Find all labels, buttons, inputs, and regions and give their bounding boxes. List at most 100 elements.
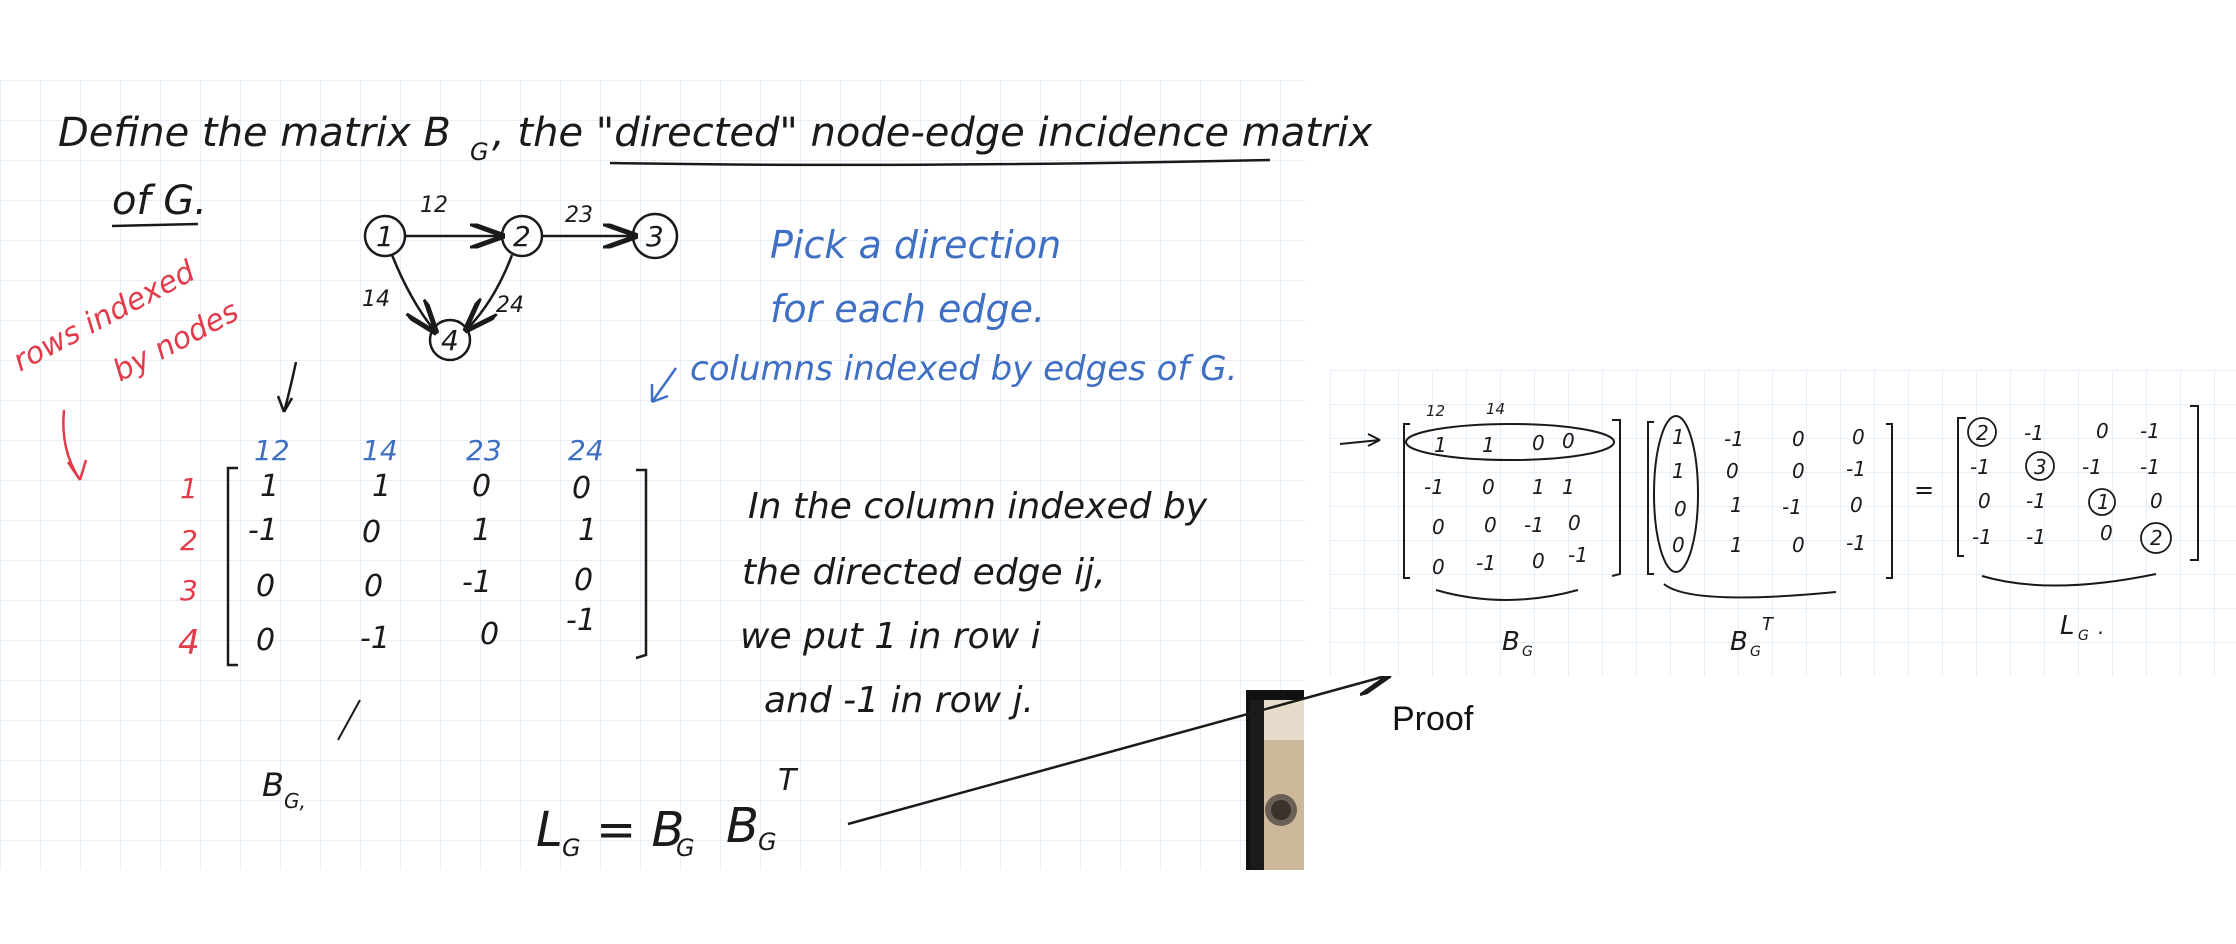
right-L-2-3: -1 [2082,455,2102,479]
right-label-L-dot: . [2098,615,2104,639]
right-label-L: L [2060,611,2075,641]
matrix-cell-1-4: 0 [572,471,591,506]
matrix-cell-2-4: 1 [578,513,597,548]
formula-L: L [536,802,563,858]
right-BT-2-1: 1 [1672,459,1685,483]
row-header-1: 1 [180,472,198,505]
right-label-L-sub: G [2078,628,2089,644]
formula-transpose: T [778,763,799,798]
col-header-12: 12 [254,434,290,467]
right-B-1-1: 1 [1434,433,1447,457]
graph-node-label-1: 1 [376,220,394,253]
matrix-cell-2-1: -1 [248,513,278,548]
slide-canvas: Define the matrix B G , the "directed" n… [0,80,2236,870]
right-BT-3-1: 0 [1674,497,1687,521]
right-equals-sign: = [1914,476,1934,504]
matrix-cell-3-4: 0 [574,563,593,598]
right-BT-2-4: -1 [1846,457,1866,481]
right-BT-3-4: 0 [1850,493,1863,517]
right-L-2-2: 3 [2034,455,2047,479]
graph-edge-label-14: 14 [362,287,390,312]
rule-line-1: In the column indexed by [748,486,1208,527]
right-L-1-1: 2 [1976,421,1989,445]
right-L-4-1: -1 [1972,525,1992,549]
graph-edge-label-23: 23 [565,203,593,228]
matrix-cell-1-3: 0 [472,469,491,504]
right-BT-1-4: 0 [1852,425,1865,449]
right-BT-1-1: 1 [1672,425,1685,449]
matrix-cell-4-3: 0 [480,617,499,652]
right-L-1-4: -1 [2140,419,2160,443]
graph-node-label-3: 3 [646,220,664,253]
right-label-BT: B [1730,627,1748,657]
webcam-thumbnail [1246,690,1304,870]
matrix-cell-1-1: 1 [260,469,279,504]
right-B-2-3: 1 [1532,475,1545,499]
matrix-cell-4-2: -1 [360,621,390,656]
matrix-cell-2-2: 0 [362,515,381,550]
blue-note-pick-direction: Pick a direction [770,223,1061,267]
right-col-header-12: 12 [1426,402,1445,420]
formula-L-sub: G [562,834,581,862]
right-note-panel: 12 14 1 1 0 0 -1 0 1 1 0 0 -1 0 0 -1 0 -… [1330,370,2236,676]
graph-edge-label-12: 12 [420,193,448,218]
right-BT-4-4: -1 [1846,531,1866,555]
right-BT-3-2: 1 [1730,493,1743,517]
right-L-3-1: 0 [1978,489,1991,513]
definition-sub-g: G [470,138,489,166]
row-header-3: 3 [180,574,198,607]
right-BT-4-3: 0 [1792,533,1805,557]
bg-label: B [262,766,284,804]
matrix-cell-4-4: -1 [566,603,596,638]
left-note-panel: Define the matrix B G , the "directed" n… [0,80,1372,870]
right-B-2-2: 0 [1482,475,1495,499]
right-BT-2-3: 0 [1792,459,1805,483]
row-header-4: 4 [178,623,200,663]
right-B-4-1: 0 [1432,555,1445,579]
rule-line-4: and -1 in row j. [764,680,1034,721]
right-L-2-1: -1 [1970,455,1990,479]
right-B-1-3: 0 [1532,431,1545,455]
right-L-4-2: -1 [2026,525,2046,549]
matrix-cell-3-2: 0 [364,569,383,604]
formula-B1-sub: G [676,834,695,862]
graph-edge-label-24: 24 [496,293,524,318]
right-L-1-3: 0 [2096,419,2109,443]
matrix-cell-1-2: 1 [372,469,391,504]
bg-label-sub: G, [284,789,306,813]
right-B-2-1: -1 [1424,475,1444,499]
blue-note-each-edge: for each edge. [770,287,1045,331]
formula-B2: B [726,798,759,854]
matrix-cell-4-1: 0 [256,623,275,658]
right-BT-2-2: 0 [1726,459,1739,483]
matrix-cell-3-3: -1 [462,565,492,600]
right-L-2-4: -1 [2140,455,2160,479]
matrix-cell-3-1: 0 [256,569,275,604]
right-B-1-4: 0 [1562,429,1575,453]
right-L-3-2: -1 [2026,489,2046,513]
col-header-14: 14 [362,434,398,467]
right-B-2-4: 1 [1562,475,1575,499]
matrix-cell-2-3: 1 [472,513,491,548]
definition-line-1b: , the "directed" node-edge incidence mat… [492,110,1372,156]
right-BT-4-2: 1 [1730,533,1743,557]
right-BT-1-2: -1 [1724,427,1744,451]
right-B-3-4: 0 [1568,511,1581,535]
row-header-2: 2 [180,524,198,557]
right-B-4-2: -1 [1476,551,1496,575]
rule-line-2: the directed edge ij, [742,552,1106,593]
col-header-24: 24 [568,434,604,467]
right-L-4-4: 2 [2150,526,2163,550]
right-B-1-2: 1 [1482,433,1495,457]
right-L-3-3: 1 [2097,490,2110,514]
right-col-header-14: 14 [1486,400,1505,418]
right-B-3-1: 0 [1432,515,1445,539]
rule-line-3: we put 1 in row i [740,616,1041,657]
definition-line-2: of G. [112,178,207,224]
right-B-3-3: -1 [1524,513,1544,537]
col-header-23: 23 [466,434,502,467]
right-B-4-3: 0 [1532,549,1545,573]
right-BT-3-3: -1 [1782,495,1802,519]
proof-label: Proof [1392,700,1474,738]
right-BT-1-3: 0 [1792,427,1805,451]
